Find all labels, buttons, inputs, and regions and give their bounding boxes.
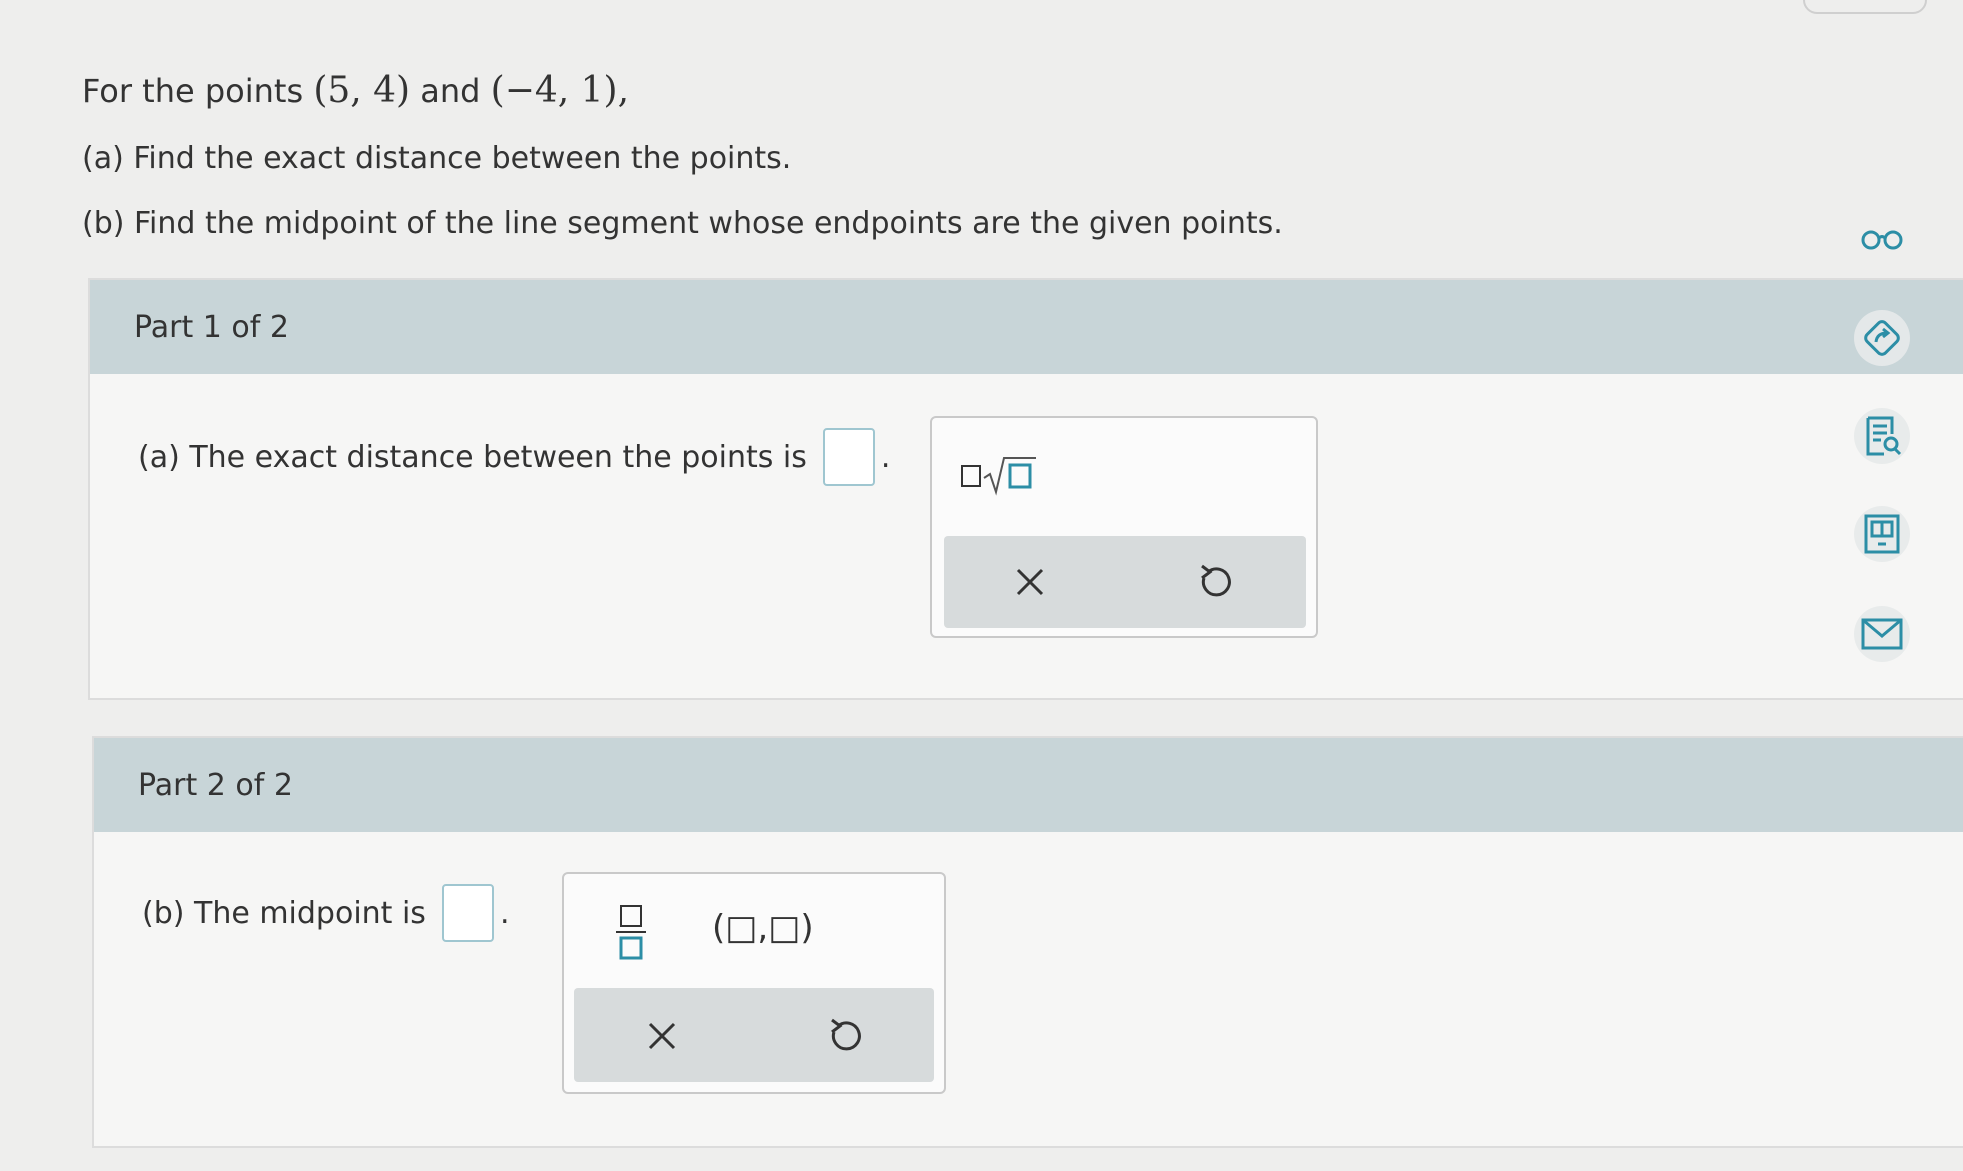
math-palette-2: (□,□)	[562, 872, 946, 1094]
undo-icon[interactable]	[1196, 562, 1232, 606]
question-intro: For the points (5, 4) and (−4, 1),	[82, 70, 1283, 111]
part-1-period: .	[880, 439, 891, 475]
mail-icon[interactable]	[1854, 606, 1910, 662]
book-icon[interactable]	[1854, 506, 1910, 562]
question-part-a: (a) Find the exact distance between the …	[82, 141, 792, 176]
sqrt-template-icon[interactable]	[960, 452, 1036, 502]
palette-1-actions	[944, 536, 1306, 628]
fraction-template-icon[interactable]	[614, 902, 648, 966]
clear-icon[interactable]	[646, 1020, 678, 1056]
midpoint-answer-input[interactable]	[441, 884, 494, 942]
part-2-prompt-text: (b) The midpoint is	[142, 895, 426, 931]
part-1-prompt: (a) The exact distance between the point…	[138, 428, 890, 486]
question-part-b: (b) Find the midpoint of the line segmen…	[82, 206, 1283, 241]
part-2-header: Part 2 of 2	[94, 738, 1963, 832]
intro-text: For the points	[82, 72, 304, 110]
part-1-panel: Part 1 of 2 (a) The exact distance betwe…	[88, 278, 1963, 700]
explanation-icon[interactable]	[1854, 310, 1910, 366]
part-2-prompt: (b) The midpoint is .	[142, 884, 509, 942]
clear-icon[interactable]	[1014, 566, 1046, 602]
and-text: and	[420, 72, 481, 110]
math-palette-1	[930, 416, 1318, 638]
glasses-icon[interactable]	[1854, 210, 1910, 266]
worksheet-icon[interactable]	[1854, 408, 1910, 464]
point-1: (5, 4)	[313, 70, 411, 111]
part-2-period: .	[499, 895, 510, 931]
distance-answer-input[interactable]	[822, 428, 875, 486]
question-text: For the points (5, 4) and (−4, 1), (a) F…	[82, 70, 1283, 271]
part-1-header: Part 1 of 2	[90, 280, 1963, 374]
top-right-tab	[1803, 0, 1927, 14]
ordered-pair-template-icon[interactable]: (□,□)	[712, 908, 814, 948]
part-2-panel: Part 2 of 2 (b) The midpoint is . (□,□)	[92, 736, 1963, 1148]
point-2: (−4, 1),	[490, 70, 630, 111]
undo-icon[interactable]	[826, 1016, 862, 1060]
palette-2-actions	[574, 988, 934, 1082]
part-1-prompt-text: (a) The exact distance between the point…	[138, 439, 807, 475]
ordered-pair-label: (□,□)	[712, 908, 814, 948]
